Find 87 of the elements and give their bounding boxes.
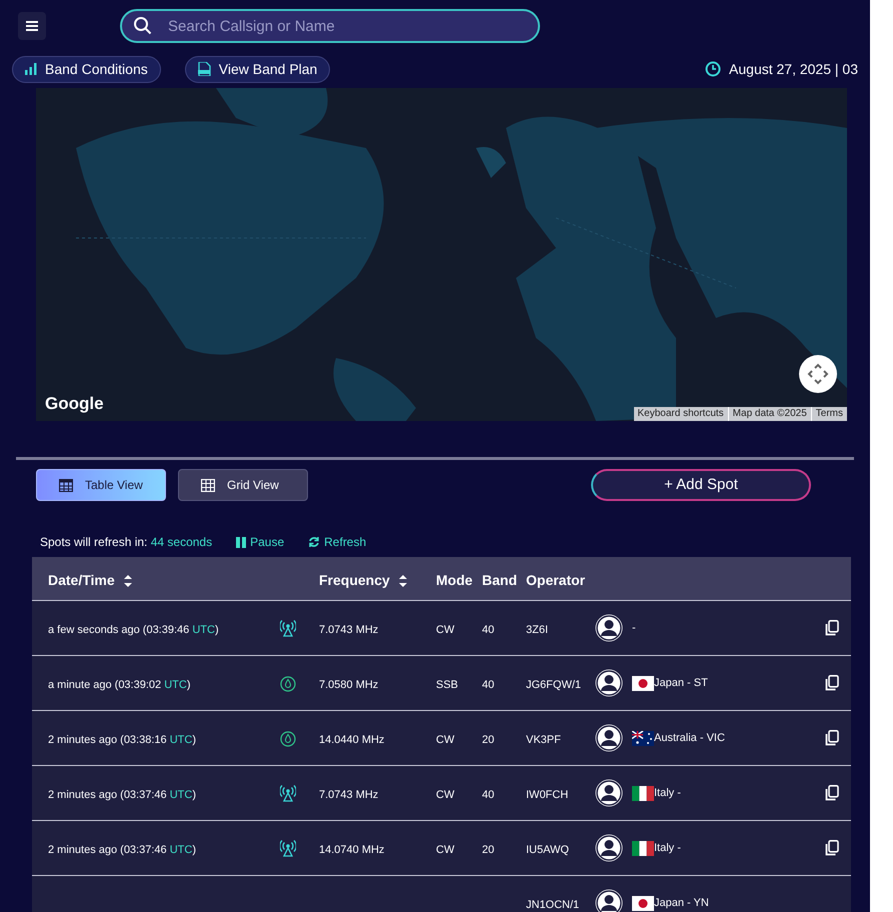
operator-location: Italy - xyxy=(654,786,681,801)
copy-icon xyxy=(825,840,839,856)
copy-button[interactable] xyxy=(825,840,839,856)
flag-icon xyxy=(632,840,654,856)
table-cell-text: 3Z6I xyxy=(526,623,548,638)
menu-button[interactable] xyxy=(18,12,46,40)
band-conditions-button[interactable]: Band Conditions xyxy=(12,56,161,82)
pdf-file-icon xyxy=(198,62,211,76)
antenna-icon xyxy=(280,620,296,637)
pause-icon xyxy=(236,536,246,548)
map-attribution-link[interactable]: Terms xyxy=(810,407,847,421)
table-cell-text: VK3PF xyxy=(526,733,561,748)
view-tab[interactable]: Grid View xyxy=(178,469,308,501)
table-cell-text: a few seconds ago (03:39:46 UTC) xyxy=(48,623,219,638)
table-cell-text: 20 xyxy=(482,733,494,748)
table-cell-text: 2 minutes ago (03:37:46 UTC) xyxy=(48,788,196,803)
table-cell-text: JN1OCN/1 xyxy=(526,898,580,912)
pause-button[interactable]: Pause xyxy=(236,533,284,551)
table-cell-text: 40 xyxy=(482,788,494,803)
copy-icon xyxy=(825,730,839,746)
droplet-icon xyxy=(280,676,296,692)
flag-icon xyxy=(632,730,654,746)
table-cell-text: IW0FCH xyxy=(526,788,568,803)
refresh-icon xyxy=(308,536,320,548)
table-cell-text: 2 minutes ago (03:38:16 UTC) xyxy=(48,733,196,748)
search-icon xyxy=(133,16,153,36)
operator-location: - xyxy=(632,621,636,636)
date-time: August 27, 2025 | 03 xyxy=(729,60,858,79)
table-cell-text: CW xyxy=(436,733,454,748)
copy-button[interactable] xyxy=(825,675,839,691)
table-cell-text: JG6FQW/1 xyxy=(526,678,582,693)
map-logo: Google xyxy=(45,392,104,415)
column-header[interactable]: Date/Time xyxy=(48,570,133,591)
column-header: Band xyxy=(482,571,517,590)
avatar-icon xyxy=(594,833,624,863)
operator-location: Italy - xyxy=(654,841,681,856)
copy-button[interactable] xyxy=(825,620,839,636)
table-cell-text: 20 xyxy=(482,843,494,858)
flag-icon xyxy=(632,896,654,911)
flag-icon xyxy=(632,676,654,691)
table-cell-text: 40 xyxy=(482,678,494,693)
menu-icon xyxy=(25,20,39,32)
search-field[interactable]: Search Callsign or Name xyxy=(120,9,540,43)
add-spot-button[interactable]: + Add Spot xyxy=(591,469,811,501)
table-icon xyxy=(59,478,73,492)
flag-icon xyxy=(632,786,654,801)
avatar-icon xyxy=(594,778,624,808)
avatar-icon xyxy=(594,613,624,643)
map-attribution-link[interactable]: Map data ©2025 xyxy=(728,407,811,421)
column-header: Operator xyxy=(526,571,586,590)
droplet-icon xyxy=(280,731,296,747)
table-cell-text: 14.0440 MHz xyxy=(319,733,384,748)
copy-button[interactable] xyxy=(825,730,839,746)
operator-location: Japan - YN xyxy=(654,896,709,911)
table-cell-text: 14.0740 MHz xyxy=(319,843,384,858)
column-header: Mode xyxy=(436,571,473,590)
table-cell-text: SSB xyxy=(436,678,458,693)
avatar-icon xyxy=(594,723,624,753)
pan-arrows-icon xyxy=(807,363,829,385)
table-cell-text: 2 minutes ago (03:37:46 UTC) xyxy=(48,843,196,858)
table-cell-text: 7.0743 MHz xyxy=(319,788,378,803)
table-cell-text: CW xyxy=(436,843,454,858)
table-cell-text: CW xyxy=(436,623,454,638)
column-header[interactable]: Frequency xyxy=(319,570,408,591)
table-cell-text: CW xyxy=(436,788,454,803)
table-cell-text: 7.0743 MHz xyxy=(319,623,378,638)
operator-location: Australia - VIC xyxy=(654,731,725,746)
grid-icon xyxy=(201,478,215,492)
antenna-icon xyxy=(280,785,296,802)
band-plan-button[interactable]: View Band Plan xyxy=(184,56,330,82)
refresh-button[interactable]: Refresh xyxy=(308,533,366,551)
antenna-icon xyxy=(280,840,296,857)
view-tab[interactable]: Table View xyxy=(36,469,166,501)
copy-icon xyxy=(825,675,839,691)
avatar-icon xyxy=(594,668,624,698)
table-cell-text: IU5AWQ xyxy=(526,843,569,858)
copy-icon xyxy=(825,785,839,801)
map-attribution-link[interactable]: Keyboard shortcuts xyxy=(634,407,728,421)
table-cell-text: 40 xyxy=(482,623,494,638)
clock-icon xyxy=(705,61,722,77)
signal-bars-icon xyxy=(25,63,37,75)
operator-location: Japan - ST xyxy=(654,676,708,691)
copy-button[interactable] xyxy=(825,785,839,801)
table-cell-text: a minute ago (03:39:02 UTC) xyxy=(48,678,190,693)
table-cell-text: 7.0580 MHz xyxy=(319,678,378,693)
copy-icon xyxy=(825,620,839,636)
refresh-countdown: Spots will refresh in: 44 seconds xyxy=(40,534,212,551)
